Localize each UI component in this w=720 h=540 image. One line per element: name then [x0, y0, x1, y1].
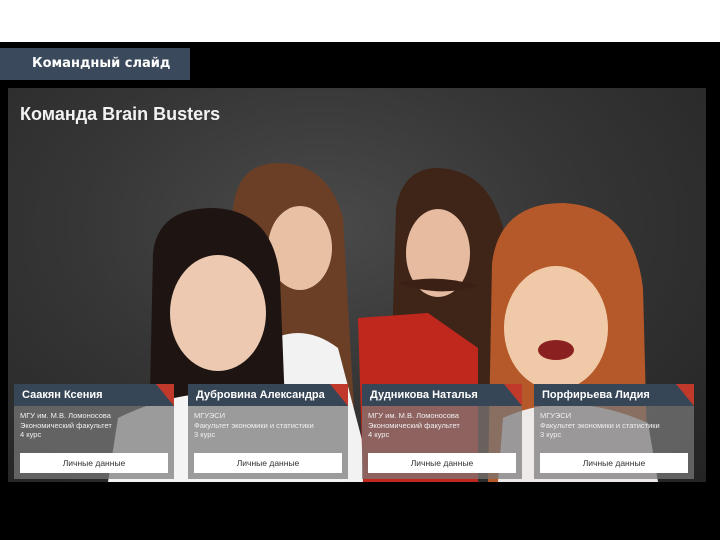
member-year: 3 курс: [540, 430, 562, 439]
member-info: МГУ им. М.В. Ломоносова Экономический фа…: [14, 406, 174, 440]
member-year: 4 курс: [20, 430, 42, 439]
member-faculty: Экономический факультет: [368, 420, 460, 430]
page: Командный слайд Команда Brain Busters Са…: [0, 0, 720, 540]
member-university: МГУ им. М.В. Ломоносова: [20, 411, 111, 420]
member-name: Дубровина Александра: [188, 384, 348, 406]
personal-data-button[interactable]: Личные данные: [20, 453, 168, 473]
member-faculty: Факультет экономики и статистики: [540, 420, 660, 430]
personal-data-button[interactable]: Личные данные: [368, 453, 516, 473]
member-card: Саакян Ксения МГУ им. М.В. Ломоносова Эк…: [14, 384, 174, 479]
member-university: МГУЭСИ: [194, 411, 226, 420]
member-info: МГУЭСИ Факультет экономики и статистики …: [534, 406, 694, 440]
member-year: 3 курс: [194, 430, 216, 439]
member-info: МГУ им. М.В. Ломоносова Экономический фа…: [362, 406, 522, 440]
member-info: МГУЭСИ Факультет экономики и статистики …: [188, 406, 348, 440]
personal-data-button[interactable]: Личные данные: [540, 453, 688, 473]
member-name: Дудникова Наталья: [362, 384, 522, 406]
slide: Командный слайд Команда Brain Busters Са…: [0, 42, 720, 540]
member-card: Дудникова Наталья МГУ им. М.В. Ломоносов…: [362, 384, 522, 479]
member-name: Саакян Ксения: [14, 384, 174, 406]
member-university: МГУ им. М.В. Ломоносова: [368, 411, 459, 420]
member-university: МГУЭСИ: [540, 411, 572, 420]
member-faculty: Факультет экономики и статистики: [194, 420, 314, 430]
member-faculty: Экономический факультет: [20, 420, 112, 430]
slide-label: Командный слайд: [0, 48, 190, 80]
personal-data-button[interactable]: Личные данные: [194, 453, 342, 473]
member-year: 4 курс: [368, 430, 390, 439]
member-card: Дубровина Александра МГУЭСИ Факультет эк…: [188, 384, 348, 479]
member-name: Порфирьева Лидия: [534, 384, 694, 406]
member-card: Порфирьева Лидия МГУЭСИ Факультет эконом…: [534, 384, 694, 479]
slide-title: Команда Brain Busters: [20, 104, 221, 124]
team-photo: Команда Brain Busters Саакян Ксения МГУ …: [8, 88, 706, 482]
